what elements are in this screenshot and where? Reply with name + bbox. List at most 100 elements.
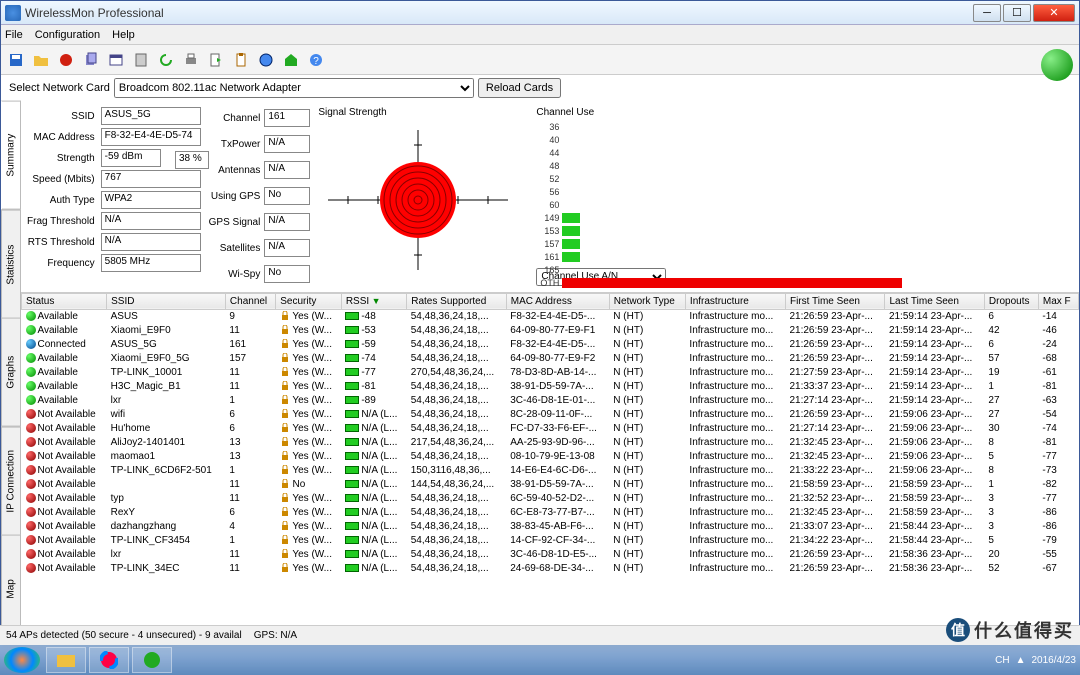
gpssig-label: GPS Signal (209, 217, 261, 228)
tray-icon[interactable]: ▲ (1016, 655, 1026, 666)
wispy-label: Wi-Spy (209, 269, 261, 280)
save-icon[interactable] (5, 49, 27, 71)
table-row[interactable]: Not AvailableAliJoy2-140140113 Yes (W...… (22, 435, 1079, 449)
clock-date[interactable]: 2016/4/23 (1032, 655, 1077, 666)
window-icon[interactable] (105, 49, 127, 71)
status-dot-icon (26, 339, 36, 349)
status-dot-icon (26, 563, 36, 573)
lock-icon (280, 451, 290, 461)
rssi-bar-icon (345, 564, 359, 572)
menu-configuration[interactable]: Configuration (35, 29, 100, 41)
mac-value: F8-32-E4-4E-D5-74 (101, 128, 201, 146)
clipboard-icon[interactable] (230, 49, 252, 71)
column-header[interactable]: Security (276, 293, 342, 309)
table-row[interactable]: AvailableXiaomi_E9F011 Yes (W...-5354,48… (22, 323, 1079, 337)
strength-label: Strength (27, 153, 97, 164)
table-row[interactable]: Not AvailableTP-LINK_CF34541 Yes (W...N/… (22, 533, 1079, 547)
radio-fields: Channel161 TxPowerN/A AntennasN/A Using … (209, 107, 311, 286)
column-header[interactable]: Network Type (609, 293, 685, 309)
table-row[interactable]: Not Available11 NoN/A (L...144,54,48,36,… (22, 477, 1079, 491)
taskbar-wirelessmon[interactable] (132, 647, 172, 673)
tab-ip-connection[interactable]: IP Connection (1, 427, 21, 536)
table-row[interactable]: AvailableH3C_Magic_B111 Yes (W...-8154,4… (22, 379, 1079, 393)
column-header[interactable]: Last Time Seen (885, 293, 984, 309)
channel-label: 56 (536, 187, 562, 197)
tab-statistics[interactable]: Statistics (1, 210, 21, 319)
system-tray[interactable]: CH ▲ 2016/4/23 (995, 655, 1076, 666)
network-card-row: Select Network Card Broadcom 802.11ac Ne… (1, 75, 1079, 101)
network-card-select[interactable]: Broadcom 802.11ac Network Adapter (114, 78, 474, 98)
table-row[interactable]: Not Availablewifi6 Yes (W...N/A (L...54,… (22, 407, 1079, 421)
column-header[interactable]: Status (22, 293, 107, 309)
rssi-bar-icon (345, 480, 359, 488)
rts-value: N/A (101, 233, 201, 251)
channel-label: 153 (536, 226, 562, 236)
column-header[interactable]: Channel (225, 293, 275, 309)
rssi-bar-icon (345, 326, 359, 334)
ap-grid[interactable]: StatusSSIDChannelSecurityRSSI ▼Rates Sup… (21, 293, 1079, 645)
column-header[interactable]: Dropouts (984, 293, 1038, 309)
settings-icon[interactable] (130, 49, 152, 71)
table-row[interactable]: AvailableASUS9 Yes (W...-4854,48,36,24,1… (22, 309, 1079, 323)
export-icon[interactable] (205, 49, 227, 71)
tab-graphs[interactable]: Graphs (1, 318, 21, 427)
svg-text:?: ? (313, 56, 319, 67)
lock-icon (280, 395, 290, 405)
select-card-label: Select Network Card (9, 82, 110, 94)
status-dot-icon (26, 311, 36, 321)
status-aps: 54 APs detected (50 secure - 4 unsecured… (6, 630, 242, 641)
titlebar[interactable]: WirelessMon Professional ─ ☐ ✕ (1, 1, 1079, 25)
reload-cards-button[interactable]: Reload Cards (478, 78, 561, 98)
column-header[interactable]: Max F (1038, 293, 1078, 309)
table-row[interactable]: AvailableXiaomi_E9F0_5G157 Yes (W...-745… (22, 351, 1079, 365)
column-header[interactable]: MAC Address (506, 293, 609, 309)
strength-pct-value: 38 % (175, 151, 209, 169)
column-header[interactable]: Rates Supported (407, 293, 506, 309)
table-row[interactable]: ConnectedASUS_5G161 Yes (W...-5954,48,36… (22, 337, 1079, 351)
column-header[interactable]: SSID (107, 293, 226, 309)
table-row[interactable]: Not AvailableTP-LINK_6CD6F2-5011 Yes (W.… (22, 463, 1079, 477)
folder-icon[interactable] (30, 49, 52, 71)
home-icon[interactable] (280, 49, 302, 71)
taskbar-app-1[interactable] (89, 647, 129, 673)
record-icon[interactable] (55, 49, 77, 71)
lock-icon (280, 493, 290, 503)
table-row[interactable]: Not Availablelxr11 Yes (W...N/A (L...54,… (22, 547, 1079, 561)
rssi-bar-icon (345, 508, 359, 516)
status-dot-icon (26, 535, 36, 545)
gps-value: No (264, 187, 310, 205)
sat-value: N/A (264, 239, 310, 257)
column-header[interactable]: First Time Seen (785, 293, 884, 309)
table-row[interactable]: Availablelxr1 Yes (W...-8954,48,36,24,18… (22, 393, 1079, 407)
channel-bar (562, 226, 580, 236)
refresh-icon[interactable] (155, 49, 177, 71)
table-row[interactable]: Not Availabletyp11 Yes (W...N/A (L...54,… (22, 491, 1079, 505)
ime-indicator[interactable]: CH (995, 655, 1009, 666)
print-icon[interactable] (180, 49, 202, 71)
lock-icon (280, 535, 290, 545)
table-row[interactable]: Not AvailableHu'home6 Yes (W...N/A (L...… (22, 421, 1079, 435)
menu-file[interactable]: File (5, 29, 23, 41)
speed-value: 767 (101, 170, 201, 188)
channel-label: 149 (536, 213, 562, 223)
taskbar[interactable]: CH ▲ 2016/4/23 (0, 645, 1080, 675)
frag-label: Frag Threshold (27, 216, 97, 227)
start-button[interactable] (4, 647, 40, 673)
table-row[interactable]: AvailableTP-LINK_1000111 Yes (W...-77270… (22, 365, 1079, 379)
table-row[interactable]: Not Availablemaomao113 Yes (W...N/A (L..… (22, 449, 1079, 463)
taskbar-explorer[interactable] (46, 647, 86, 673)
minimize-button[interactable]: ─ (973, 4, 1001, 22)
table-row[interactable]: Not AvailableRexY6 Yes (W...N/A (L...54,… (22, 505, 1079, 519)
table-row[interactable]: Not Availabledazhangzhang4 Yes (W...N/A … (22, 519, 1079, 533)
column-header[interactable]: Infrastructure (685, 293, 785, 309)
table-row[interactable]: Not AvailableTP-LINK_34EC11 Yes (W...N/A… (22, 561, 1079, 575)
radar-chart (318, 120, 518, 280)
tab-summary[interactable]: Summary (1, 101, 21, 210)
maximize-button[interactable]: ☐ (1003, 4, 1031, 22)
globe-icon[interactable] (255, 49, 277, 71)
copy-icon[interactable] (80, 49, 102, 71)
column-header[interactable]: RSSI ▼ (341, 293, 406, 309)
close-button[interactable]: ✕ (1033, 4, 1075, 22)
help-icon[interactable]: ? (305, 49, 327, 71)
menu-help[interactable]: Help (112, 29, 135, 41)
